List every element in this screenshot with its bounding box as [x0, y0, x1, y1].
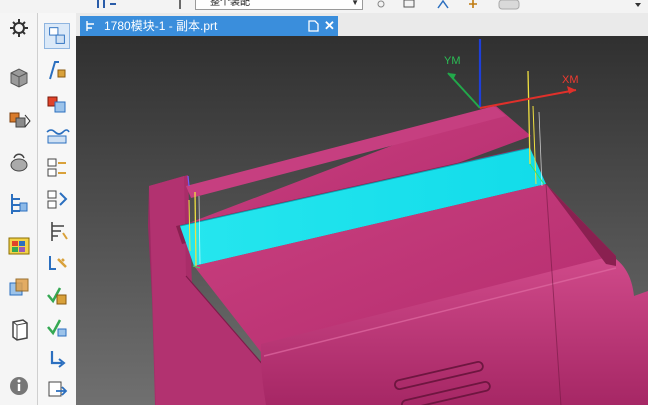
- view-orient-icon[interactable]: [498, 0, 522, 10]
- cam-tool-column: [38, 13, 77, 405]
- create-geometry-icon[interactable]: [44, 251, 70, 277]
- info-icon[interactable]: [6, 373, 32, 399]
- post-process-icon[interactable]: [44, 315, 70, 341]
- toolbar-more-icon[interactable]: [633, 0, 643, 10]
- selection-filter-value: 整个装配: [210, 0, 250, 8]
- y-axis-label: YM: [444, 55, 461, 67]
- gear-icon[interactable]: [6, 15, 32, 41]
- toolbar-arrow-icon[interactable]: [96, 0, 118, 10]
- select-edge-icon[interactable]: [436, 0, 450, 10]
- constraint-icon[interactable]: [6, 150, 32, 176]
- navigator-icon[interactable]: [6, 191, 32, 217]
- snap-point-icon[interactable]: [376, 0, 386, 10]
- palette-icon[interactable]: [6, 233, 32, 259]
- document-tab[interactable]: 1780模块-1 - 副本.prt ✕: [80, 16, 338, 36]
- document-title: 1780模块-1 - 副本.prt: [104, 19, 218, 33]
- create-tool-icon[interactable]: [44, 219, 70, 245]
- method-view-icon[interactable]: [44, 123, 70, 149]
- verify-toolpath-icon[interactable]: [44, 283, 70, 309]
- top-toolbar: 整个装配 ▼: [0, 0, 648, 14]
- close-tab-icon[interactable]: ✕: [324, 16, 335, 36]
- shop-doc-icon[interactable]: [44, 347, 70, 373]
- assembly-icon[interactable]: [6, 107, 32, 133]
- modified-file-icon: [308, 20, 319, 32]
- resource-bar: [0, 13, 38, 405]
- export-icon[interactable]: [44, 377, 70, 403]
- part-outline-icon[interactable]: [6, 317, 32, 343]
- select-feature-icon[interactable]: [466, 0, 480, 10]
- chevron-down-icon: ▼: [351, 0, 359, 7]
- x-axis-label: XM: [562, 74, 579, 86]
- part-cube-icon[interactable]: [6, 65, 32, 91]
- part-file-icon: [86, 21, 94, 31]
- program-order-view-icon[interactable]: [44, 23, 70, 49]
- document-tab-bar: 1780模块-1 - 副本.prt ✕: [76, 13, 648, 36]
- create-operation-icon[interactable]: [44, 155, 70, 181]
- machine-tool-view-icon[interactable]: [44, 58, 70, 84]
- create-program-icon[interactable]: [44, 187, 70, 213]
- graphics-viewport[interactable]: YM XM: [76, 36, 648, 405]
- history-icon[interactable]: [6, 275, 32, 301]
- model-view: YM XM: [76, 36, 648, 405]
- selection-filter-dropdown[interactable]: 整个装配 ▼: [195, 0, 363, 10]
- toolbar-pin-icon[interactable]: [176, 0, 184, 10]
- geometry-view-icon[interactable]: [44, 91, 70, 117]
- select-box-icon[interactable]: [402, 0, 416, 10]
